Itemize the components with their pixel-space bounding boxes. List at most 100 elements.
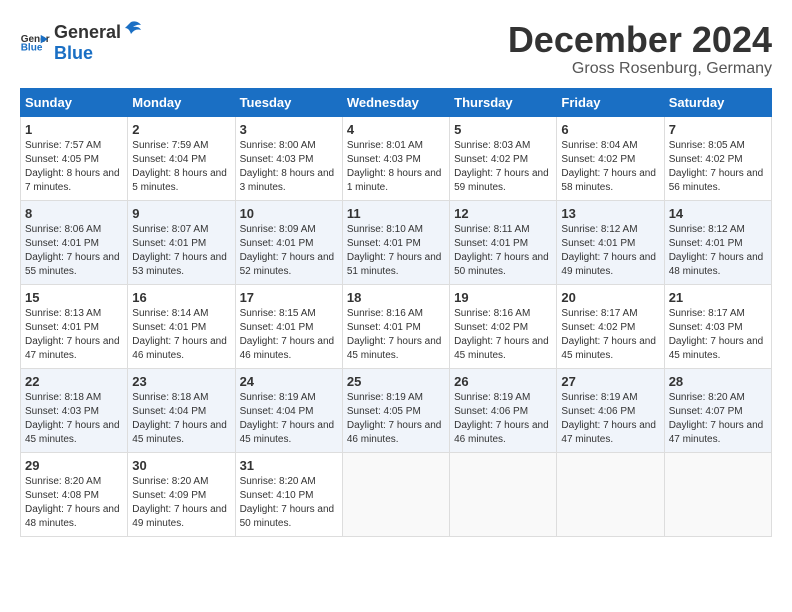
- calendar-cell: 16 Sunrise: 8:14 AMSunset: 4:01 PMDaylig…: [128, 284, 235, 368]
- calendar-cell: 2 Sunrise: 7:59 AMSunset: 4:04 PMDayligh…: [128, 116, 235, 200]
- calendar-cell: 21 Sunrise: 8:17 AMSunset: 4:03 PMDaylig…: [664, 284, 771, 368]
- day-number: 15: [25, 290, 123, 305]
- day-number: 12: [454, 206, 552, 221]
- calendar-cell: 1 Sunrise: 7:57 AMSunset: 4:05 PMDayligh…: [21, 116, 128, 200]
- day-info: Sunrise: 8:01 AMSunset: 4:03 PMDaylight:…: [347, 140, 442, 193]
- day-info: Sunrise: 8:19 AMSunset: 4:04 PMDaylight:…: [240, 392, 335, 445]
- day-info: Sunrise: 8:20 AMSunset: 4:10 PMDaylight:…: [240, 476, 335, 529]
- calendar-cell: 18 Sunrise: 8:16 AMSunset: 4:01 PMDaylig…: [342, 284, 449, 368]
- day-info: Sunrise: 8:16 AMSunset: 4:01 PMDaylight:…: [347, 308, 442, 361]
- weekday-header-sunday: Sunday: [21, 88, 128, 116]
- day-number: 16: [132, 290, 230, 305]
- calendar-week-row: 22 Sunrise: 8:18 AMSunset: 4:03 PMDaylig…: [21, 368, 772, 452]
- logo-bird-icon: [121, 20, 143, 38]
- calendar-cell: 30 Sunrise: 8:20 AMSunset: 4:09 PMDaylig…: [128, 452, 235, 536]
- day-number: 2: [132, 122, 230, 137]
- calendar-cell: 3 Sunrise: 8:00 AMSunset: 4:03 PMDayligh…: [235, 116, 342, 200]
- logo: General Blue General Blue: [20, 20, 143, 64]
- calendar-cell: 11 Sunrise: 8:10 AMSunset: 4:01 PMDaylig…: [342, 200, 449, 284]
- main-title: December 2024: [508, 20, 772, 60]
- calendar-cell: [664, 452, 771, 536]
- day-info: Sunrise: 8:07 AMSunset: 4:01 PMDaylight:…: [132, 224, 227, 277]
- calendar-cell: 23 Sunrise: 8:18 AMSunset: 4:04 PMDaylig…: [128, 368, 235, 452]
- weekday-header-friday: Friday: [557, 88, 664, 116]
- day-info: Sunrise: 8:04 AMSunset: 4:02 PMDaylight:…: [561, 140, 656, 193]
- calendar-cell: 31 Sunrise: 8:20 AMSunset: 4:10 PMDaylig…: [235, 452, 342, 536]
- calendar-cell: 19 Sunrise: 8:16 AMSunset: 4:02 PMDaylig…: [450, 284, 557, 368]
- svg-text:Blue: Blue: [21, 43, 43, 52]
- day-number: 9: [132, 206, 230, 221]
- day-info: Sunrise: 8:20 AMSunset: 4:07 PMDaylight:…: [669, 392, 764, 445]
- calendar-week-row: 8 Sunrise: 8:06 AMSunset: 4:01 PMDayligh…: [21, 200, 772, 284]
- day-info: Sunrise: 8:17 AMSunset: 4:03 PMDaylight:…: [669, 308, 764, 361]
- day-number: 1: [25, 122, 123, 137]
- day-number: 5: [454, 122, 552, 137]
- day-number: 20: [561, 290, 659, 305]
- title-section: December 2024 Gross Rosenburg, Germany: [508, 20, 772, 78]
- day-number: 24: [240, 374, 338, 389]
- day-info: Sunrise: 8:12 AMSunset: 4:01 PMDaylight:…: [669, 224, 764, 277]
- day-number: 17: [240, 290, 338, 305]
- calendar-cell: 15 Sunrise: 8:13 AMSunset: 4:01 PMDaylig…: [21, 284, 128, 368]
- day-number: 31: [240, 458, 338, 473]
- day-number: 3: [240, 122, 338, 137]
- weekday-header-monday: Monday: [128, 88, 235, 116]
- calendar-cell: 22 Sunrise: 8:18 AMSunset: 4:03 PMDaylig…: [21, 368, 128, 452]
- calendar-cell: 6 Sunrise: 8:04 AMSunset: 4:02 PMDayligh…: [557, 116, 664, 200]
- calendar-cell: 8 Sunrise: 8:06 AMSunset: 4:01 PMDayligh…: [21, 200, 128, 284]
- calendar-cell: 17 Sunrise: 8:15 AMSunset: 4:01 PMDaylig…: [235, 284, 342, 368]
- day-info: Sunrise: 8:18 AMSunset: 4:04 PMDaylight:…: [132, 392, 227, 445]
- day-number: 25: [347, 374, 445, 389]
- day-info: Sunrise: 7:57 AMSunset: 4:05 PMDaylight:…: [25, 140, 120, 193]
- day-number: 13: [561, 206, 659, 221]
- day-info: Sunrise: 7:59 AMSunset: 4:04 PMDaylight:…: [132, 140, 227, 193]
- calendar-cell: 24 Sunrise: 8:19 AMSunset: 4:04 PMDaylig…: [235, 368, 342, 452]
- logo-blue: Blue: [54, 43, 93, 63]
- day-info: Sunrise: 8:20 AMSunset: 4:08 PMDaylight:…: [25, 476, 120, 529]
- day-info: Sunrise: 8:20 AMSunset: 4:09 PMDaylight:…: [132, 476, 227, 529]
- day-info: Sunrise: 8:12 AMSunset: 4:01 PMDaylight:…: [561, 224, 656, 277]
- day-number: 27: [561, 374, 659, 389]
- calendar-cell: 10 Sunrise: 8:09 AMSunset: 4:01 PMDaylig…: [235, 200, 342, 284]
- day-number: 26: [454, 374, 552, 389]
- subtitle: Gross Rosenburg, Germany: [508, 60, 772, 78]
- weekday-header-row: SundayMondayTuesdayWednesdayThursdayFrid…: [21, 88, 772, 116]
- weekday-header-thursday: Thursday: [450, 88, 557, 116]
- day-info: Sunrise: 8:19 AMSunset: 4:06 PMDaylight:…: [561, 392, 656, 445]
- calendar-cell: 4 Sunrise: 8:01 AMSunset: 4:03 PMDayligh…: [342, 116, 449, 200]
- day-info: Sunrise: 8:11 AMSunset: 4:01 PMDaylight:…: [454, 224, 549, 277]
- calendar-cell: 25 Sunrise: 8:19 AMSunset: 4:05 PMDaylig…: [342, 368, 449, 452]
- calendar-cell: 26 Sunrise: 8:19 AMSunset: 4:06 PMDaylig…: [450, 368, 557, 452]
- day-number: 7: [669, 122, 767, 137]
- logo-icon: General Blue: [20, 32, 50, 52]
- day-number: 21: [669, 290, 767, 305]
- calendar-cell: 29 Sunrise: 8:20 AMSunset: 4:08 PMDaylig…: [21, 452, 128, 536]
- calendar-cell: 28 Sunrise: 8:20 AMSunset: 4:07 PMDaylig…: [664, 368, 771, 452]
- day-info: Sunrise: 8:06 AMSunset: 4:01 PMDaylight:…: [25, 224, 120, 277]
- day-info: Sunrise: 8:18 AMSunset: 4:03 PMDaylight:…: [25, 392, 120, 445]
- calendar-cell: 13 Sunrise: 8:12 AMSunset: 4:01 PMDaylig…: [557, 200, 664, 284]
- day-number: 4: [347, 122, 445, 137]
- day-info: Sunrise: 8:10 AMSunset: 4:01 PMDaylight:…: [347, 224, 442, 277]
- weekday-header-wednesday: Wednesday: [342, 88, 449, 116]
- calendar-cell: 12 Sunrise: 8:11 AMSunset: 4:01 PMDaylig…: [450, 200, 557, 284]
- calendar-cell: 27 Sunrise: 8:19 AMSunset: 4:06 PMDaylig…: [557, 368, 664, 452]
- calendar-cell: 5 Sunrise: 8:03 AMSunset: 4:02 PMDayligh…: [450, 116, 557, 200]
- day-number: 23: [132, 374, 230, 389]
- day-number: 28: [669, 374, 767, 389]
- day-info: Sunrise: 8:09 AMSunset: 4:01 PMDaylight:…: [240, 224, 335, 277]
- calendar-week-row: 29 Sunrise: 8:20 AMSunset: 4:08 PMDaylig…: [21, 452, 772, 536]
- day-info: Sunrise: 8:05 AMSunset: 4:02 PMDaylight:…: [669, 140, 764, 193]
- day-info: Sunrise: 8:19 AMSunset: 4:05 PMDaylight:…: [347, 392, 442, 445]
- day-number: 30: [132, 458, 230, 473]
- day-number: 18: [347, 290, 445, 305]
- weekday-header-tuesday: Tuesday: [235, 88, 342, 116]
- day-info: Sunrise: 8:15 AMSunset: 4:01 PMDaylight:…: [240, 308, 335, 361]
- day-number: 6: [561, 122, 659, 137]
- day-info: Sunrise: 8:13 AMSunset: 4:01 PMDaylight:…: [25, 308, 120, 361]
- calendar-week-row: 1 Sunrise: 7:57 AMSunset: 4:05 PMDayligh…: [21, 116, 772, 200]
- logo-general: General: [54, 22, 121, 43]
- calendar-cell: [557, 452, 664, 536]
- day-info: Sunrise: 8:03 AMSunset: 4:02 PMDaylight:…: [454, 140, 549, 193]
- day-number: 19: [454, 290, 552, 305]
